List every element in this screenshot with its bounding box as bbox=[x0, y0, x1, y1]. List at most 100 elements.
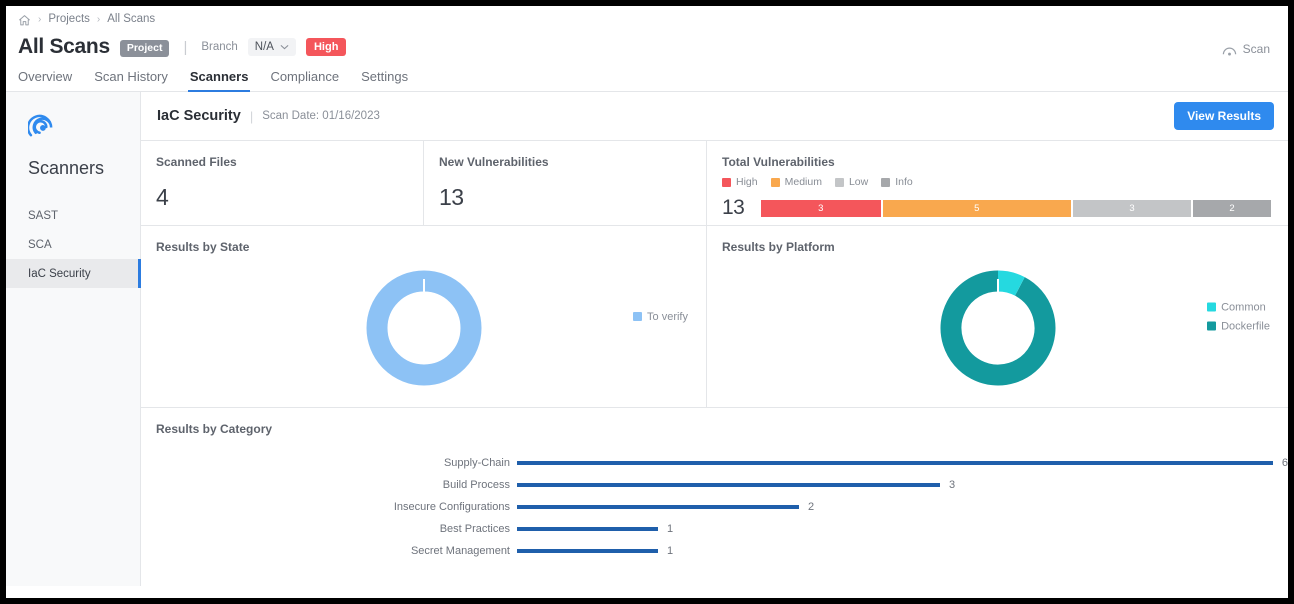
legend-label: Dockerfile bbox=[1221, 320, 1270, 332]
bar-segment-high[interactable]: 3 bbox=[761, 199, 881, 217]
category-row: Best Practices 1 bbox=[141, 518, 1288, 540]
breadcrumb: › Projects › All Scans bbox=[18, 6, 1276, 32]
category-value: 1 bbox=[667, 545, 674, 557]
title-divider: | bbox=[183, 38, 188, 56]
donut-platform-legend: Common Dockerfile bbox=[1207, 301, 1270, 332]
chart-title: Results by Category bbox=[156, 422, 273, 436]
legend-entry-medium: Medium bbox=[770, 176, 822, 188]
stat-label: New Vulnerabilities bbox=[439, 155, 549, 169]
scan-label: Scan bbox=[1242, 42, 1270, 56]
stat-card-total-vulnerabilities: Total Vulnerabilities High Medium Low In… bbox=[707, 141, 1288, 225]
stat-card-new-vulnerabilities: New Vulnerabilities 13 bbox=[424, 141, 707, 225]
view-results-button[interactable]: View Results bbox=[1174, 102, 1274, 130]
legend-entry-info: Info bbox=[881, 176, 913, 188]
page-title: All Scans bbox=[18, 35, 110, 58]
chart-results-by-state: Results by State To verify bbox=[141, 226, 707, 407]
category-value: 1 bbox=[667, 523, 674, 535]
category-bar[interactable] bbox=[517, 461, 1273, 465]
donut-state-legend: To verify bbox=[633, 311, 688, 323]
scan-date: Scan Date: 01/16/2023 bbox=[262, 110, 380, 122]
legend-entry-dockerfile: Dockerfile bbox=[1207, 320, 1270, 332]
donut-platform-svg bbox=[940, 270, 1055, 385]
app-window: › Projects › All Scans All Scans Project… bbox=[6, 6, 1288, 598]
scan-icon bbox=[1222, 45, 1237, 56]
stat-label: Total Vulnerabilities bbox=[722, 155, 835, 169]
category-label: Build Process bbox=[442, 479, 510, 491]
tab-scanners[interactable]: Scanners bbox=[187, 69, 250, 92]
donut-platform-wrap bbox=[707, 256, 1288, 399]
legend-swatch-high bbox=[722, 177, 731, 187]
sidebar-item-sast[interactable]: SAST bbox=[6, 201, 140, 230]
legend-swatch-info bbox=[881, 177, 891, 187]
branch-value: N/A bbox=[254, 41, 274, 53]
legend-swatch-dockerfile bbox=[1207, 321, 1217, 331]
legend-label: Info bbox=[895, 176, 913, 188]
breadcrumb-item-projects[interactable]: Projects bbox=[48, 13, 90, 25]
category-bar[interactable] bbox=[517, 549, 658, 553]
legend-entry-common: Common bbox=[1207, 301, 1270, 313]
category-label: Supply-Chain bbox=[443, 457, 510, 469]
total-vulnerabilities-bar-row: 13 3 5 3 2 bbox=[722, 196, 1288, 220]
legend-label: Medium bbox=[784, 176, 822, 188]
home-icon[interactable] bbox=[18, 14, 31, 27]
breadcrumb-separator: › bbox=[96, 13, 101, 25]
panel-title: IaC Security bbox=[157, 108, 241, 124]
scanner-spiral-icon bbox=[6, 114, 140, 144]
sidebar-item-sca[interactable]: SCA bbox=[6, 230, 140, 259]
page-title-row: All Scans Project | Branch N/A High bbox=[18, 32, 1276, 62]
stat-card-scanned-files: Scanned Files 4 bbox=[141, 141, 424, 225]
legend-label: Common bbox=[1221, 301, 1266, 313]
category-row: Supply-Chain 6 bbox=[141, 452, 1288, 474]
tab-scan-history[interactable]: Scan History bbox=[94, 69, 168, 91]
category-row: Build Process 3 bbox=[141, 474, 1288, 496]
legend-label: Low bbox=[848, 176, 869, 188]
chart-results-by-platform: Results by Platform Common Dockerfile bbox=[707, 226, 1288, 407]
panel-header-divider: | bbox=[249, 108, 254, 124]
scan-button[interactable]: Scan bbox=[1222, 42, 1270, 56]
total-vulnerabilities-count: 13 bbox=[722, 196, 745, 219]
severity-badge: High bbox=[305, 38, 347, 56]
category-bar[interactable] bbox=[517, 505, 799, 509]
bar-segment-medium[interactable]: 5 bbox=[882, 199, 1071, 217]
stat-label: Scanned Files bbox=[156, 155, 237, 169]
category-row: Secret Management 1 bbox=[141, 540, 1288, 562]
tab-settings[interactable]: Settings bbox=[361, 69, 408, 91]
breadcrumb-item-all-scans[interactable]: All Scans bbox=[107, 13, 155, 25]
chart-title: Results by Platform bbox=[722, 240, 835, 254]
project-badge: Project bbox=[119, 39, 170, 57]
stats-row: Scanned Files 4 New Vulnerabilities 13 T… bbox=[141, 141, 1288, 226]
body: Scanners SAST SCA IaC Security IaC Secur… bbox=[6, 92, 1288, 586]
breadcrumb-separator: › bbox=[38, 13, 42, 25]
bar-segment-info[interactable]: 2 bbox=[1193, 199, 1271, 217]
legend-label: To verify bbox=[647, 310, 688, 323]
donut-gap bbox=[996, 278, 999, 299]
chevron-down-icon bbox=[280, 42, 289, 52]
branch-select[interactable]: N/A bbox=[247, 38, 296, 56]
donut-gap bbox=[422, 278, 425, 299]
tab-compliance[interactable]: Compliance bbox=[270, 69, 339, 91]
sidebar: Scanners SAST SCA IaC Security bbox=[6, 92, 141, 586]
severity-legend: High Medium Low Info bbox=[722, 176, 1288, 188]
legend-entry-low: Low bbox=[834, 176, 869, 188]
stat-value: 4 bbox=[156, 184, 169, 210]
category-value: 2 bbox=[808, 501, 815, 513]
main-content: IaC Security | Scan Date: 01/16/2023 Vie… bbox=[141, 92, 1288, 586]
severity-stacked-bar: 3 5 3 2 bbox=[761, 199, 1271, 217]
chart-title: Results by State bbox=[156, 240, 250, 254]
sidebar-item-iac-security[interactable]: IaC Security bbox=[6, 259, 141, 288]
donut-state-wrap bbox=[141, 256, 706, 399]
legend-entry-to-verify: To verify bbox=[633, 311, 688, 323]
bar-segment-low[interactable]: 3 bbox=[1073, 199, 1192, 217]
category-bars: Supply-Chain 6 Build Process 3 Insecure … bbox=[141, 452, 1288, 586]
stat-value: 13 bbox=[439, 184, 464, 210]
branch-label: Branch bbox=[201, 41, 238, 53]
tab-overview[interactable]: Overview bbox=[18, 69, 72, 91]
legend-label: High bbox=[736, 176, 758, 188]
category-bar[interactable] bbox=[517, 527, 658, 531]
category-bar[interactable] bbox=[517, 483, 940, 487]
legend-swatch-common bbox=[1207, 302, 1217, 312]
sidebar-title: Scanners bbox=[28, 158, 105, 178]
legend-swatch-low bbox=[834, 177, 844, 187]
category-label: Best Practices bbox=[439, 523, 510, 535]
category-value: 3 bbox=[949, 479, 956, 491]
